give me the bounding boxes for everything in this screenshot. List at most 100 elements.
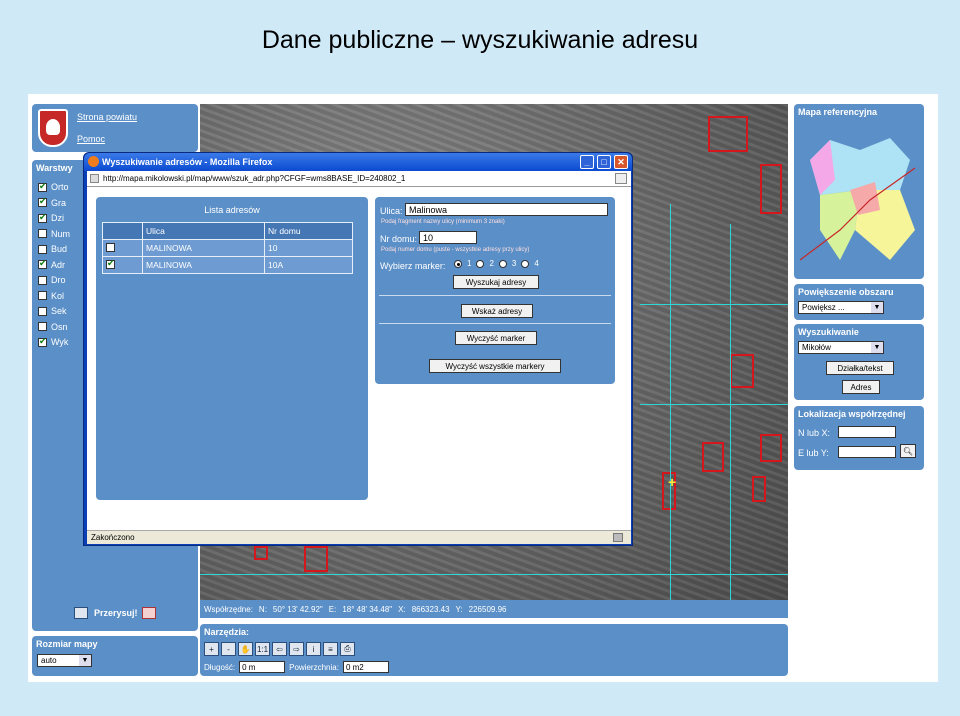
window-titlebar[interactable]: Wyszukiwanie adresów - Mozilla Firefox _… (84, 153, 632, 171)
row-checkbox[interactable] (106, 242, 115, 252)
search-addresses-button[interactable]: Wyszukaj adresy (453, 275, 539, 289)
table-row[interactable]: MALINOWA 10 (102, 239, 353, 257)
link-county-site[interactable]: Strona powiatu (77, 112, 137, 122)
layer-checkbox[interactable] (38, 258, 47, 269)
cell-number: 10A (264, 256, 353, 274)
layer-label: Kol (51, 290, 65, 301)
url-bar[interactable]: http://mapa.mikolowski.pl/map/www/szuk_a… (87, 171, 631, 187)
show-addresses-button[interactable]: Wskaż adresy (461, 304, 533, 318)
layer-checkbox[interactable] (38, 244, 47, 254)
parcel-search-button[interactable]: Działka/tekst (826, 361, 894, 375)
layer-checkbox[interactable] (38, 229, 47, 238)
maximize-button[interactable]: □ (597, 155, 611, 169)
map-size-select[interactable]: auto ▼ (37, 654, 92, 667)
area-field[interactable] (342, 661, 389, 673)
tools-title: Narzędzia: (204, 627, 250, 637)
layer-checkbox[interactable] (38, 306, 47, 316)
pan-hand-icon[interactable]: ✋ (238, 642, 253, 656)
coord-x: 866323.43 (411, 604, 450, 614)
search-icon[interactable]: 🔍︎ (900, 444, 916, 458)
redraw-label[interactable]: Przerysuj! (94, 608, 138, 618)
minimize-button[interactable]: _ (580, 155, 594, 169)
connection-icon (613, 533, 623, 542)
coord-e: 18° 48' 34.48" (342, 604, 393, 614)
search-municipality-select[interactable]: Mikołów ▼ (798, 341, 884, 354)
layers-icon[interactable]: ≡ (323, 642, 338, 656)
marker-radio[interactable] (521, 259, 530, 268)
marker-radio[interactable] (454, 259, 462, 268)
zoom-in-icon[interactable]: + (204, 642, 219, 656)
map-size-title: Rozmiar mapy (36, 639, 98, 649)
col-number: Nr domu (264, 222, 353, 240)
redraw-alt-icon[interactable] (142, 607, 156, 619)
parcel-outline (702, 442, 724, 472)
scale-1-1-icon[interactable]: 1:1 (255, 642, 270, 656)
link-help[interactable]: Pomoc (77, 134, 105, 144)
address-list-title: Lista adresów (204, 205, 260, 215)
marker-radio[interactable] (476, 259, 485, 268)
address-search-button[interactable]: Adres (842, 380, 880, 394)
page-icon (90, 174, 99, 183)
house-number-input[interactable]: 10 (419, 231, 477, 244)
length-field[interactable] (239, 661, 286, 673)
ref-title: Mapa referencyjna (798, 107, 878, 117)
status-bar: Zakończono (87, 530, 631, 544)
reference-map-panel: Mapa referencyjna (794, 104, 924, 279)
table-row[interactable]: MALINOWA10A (102, 256, 353, 274)
close-button[interactable]: ✕ (614, 155, 628, 169)
logo-box: Strona powiatu Pomoc (32, 104, 198, 152)
layer-checkbox[interactable] (38, 291, 47, 300)
info-icon[interactable]: i (306, 642, 321, 656)
street-input[interactable]: Malinowa (405, 203, 608, 216)
reference-map[interactable] (799, 120, 918, 268)
zoom-out-icon[interactable]: - (221, 642, 236, 656)
redraw-icon[interactable] (74, 607, 88, 619)
layer-label: Dzi (51, 213, 64, 223)
marker-label: 3 (511, 259, 517, 268)
firefox-window: Wyszukiwanie adresów - Mozilla Firefox _… (83, 152, 633, 546)
marker-radio[interactable] (498, 259, 507, 268)
clear-all-markers-button[interactable]: Wyczyść wszystkie markery (429, 359, 561, 373)
window-body: http://mapa.mikolowski.pl/map/www/szuk_a… (87, 171, 631, 544)
e-or-y-field[interactable] (838, 446, 896, 458)
layer-label: Adr (51, 259, 66, 270)
status-text: Zakończono (91, 533, 135, 542)
back-icon[interactable]: ⇦ (272, 642, 287, 656)
coord-y: 226509.96 (468, 604, 507, 614)
layer-checkbox[interactable] (38, 275, 47, 285)
layer-label: Gra (51, 197, 67, 208)
firefox-icon (88, 156, 99, 167)
col-street: Ulica (142, 222, 265, 240)
parcel-outline (752, 476, 766, 502)
parcel-outline (254, 546, 268, 560)
layer-label: Sek (51, 306, 67, 316)
clear-marker-button[interactable]: Wyczyść marker (455, 331, 537, 345)
layer-checkbox[interactable] (38, 212, 47, 223)
address-list-panel: Lista adresów Ulica Nr domu MALINOWA10MA… (96, 197, 368, 500)
parcel-outline (760, 434, 782, 462)
slide-title: Dane publiczne – wyszukiwanie adresu (261, 26, 699, 54)
cell-street: MALINOWA (142, 239, 265, 257)
zoom-panel: Powiększenie obszaru Powiększ ... ▼ (794, 284, 924, 320)
layer-checkbox[interactable] (38, 181, 47, 192)
row-checkbox[interactable] (106, 258, 115, 269)
cell-street: MALINOWA (142, 256, 265, 274)
layer-checkbox[interactable] (38, 322, 47, 331)
address-table: Ulica Nr domu MALINOWA10MALINOWA10A (102, 222, 353, 274)
forward-icon[interactable]: ⇨ (289, 642, 304, 656)
measure-row: Długość: Powierzchnia: (204, 661, 389, 673)
zoom-select[interactable]: Powiększ ... ▼ (798, 301, 884, 314)
parcel-outline (304, 546, 328, 572)
page-content: Lista adresów Ulica Nr domu MALINOWA10MA… (87, 187, 631, 530)
layer-checkbox[interactable] (38, 196, 47, 207)
layer-checkbox[interactable] (38, 336, 47, 347)
search-form-panel: Ulica: Malinowa Podaj fragment nazwy uli… (375, 197, 615, 384)
marker-cross-icon: + (668, 474, 677, 490)
n-or-x-field[interactable] (838, 426, 896, 438)
screenshot-area: Strona powiatu Pomoc Warstwy OrtoGraDziN… (28, 94, 938, 682)
coordloc-title: Lokalizacja współrzędnej (798, 409, 906, 419)
go-icon[interactable] (615, 173, 627, 184)
print-icon[interactable]: ⎙ (340, 642, 355, 656)
marker-label: 4 (534, 259, 539, 268)
redraw-box: Przerysuj! (32, 599, 198, 631)
